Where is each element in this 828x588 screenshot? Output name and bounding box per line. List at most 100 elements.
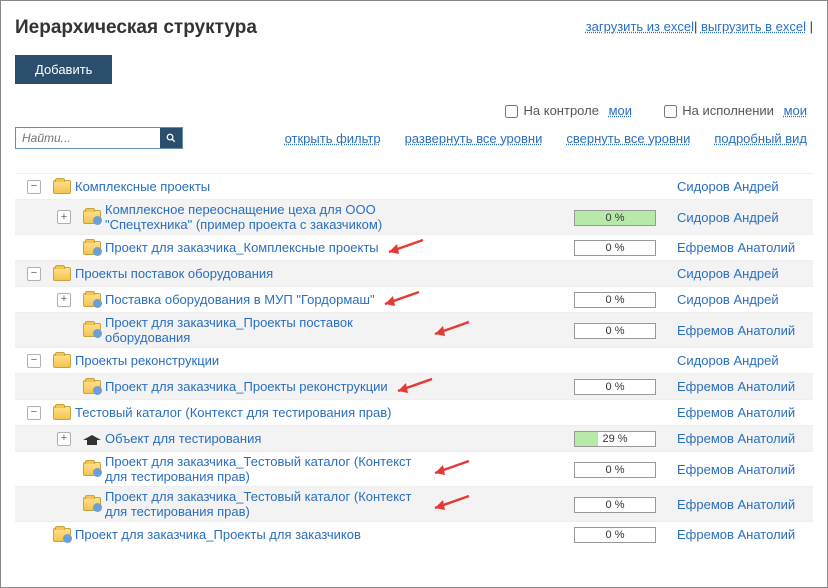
export-to-excel-link[interactable]: выгрузить в excel	[701, 19, 806, 34]
on-exec-mine-link[interactable]: мои	[784, 103, 807, 118]
progress-percent: 0 %	[575, 211, 655, 225]
owner-link[interactable]: Ефремов Анатолий	[677, 240, 813, 255]
tree-item-title[interactable]: Проекты реконструкции	[75, 353, 219, 368]
progress-percent: 0 %	[575, 241, 655, 255]
tree-row: + Комплексное переоснащение цеха для ООО …	[15, 199, 813, 234]
tree-item-title[interactable]: Поставка оборудования в МУП "Гордормаш"	[105, 292, 375, 307]
progress-cell: 0 %	[567, 496, 663, 513]
folder-people-icon	[83, 210, 101, 224]
owner-link[interactable]: Ефремов Анатолий	[677, 431, 813, 446]
search-icon	[166, 132, 176, 144]
detailed-view-link[interactable]: подробный вид	[714, 131, 807, 146]
collapse-toggle[interactable]: −	[27, 406, 41, 420]
progress-cell: 0 %	[567, 239, 663, 256]
owner-link[interactable]: Ефремов Анатолий	[677, 379, 813, 394]
annotation-arrow-icon	[379, 238, 427, 258]
owner-link[interactable]: Ефремов Анатолий	[677, 462, 813, 477]
folder-people-icon	[83, 462, 101, 476]
progress-cell: 0 %	[567, 461, 663, 478]
collapse-all-link[interactable]: свернуть все уровни	[566, 131, 690, 146]
folder-people-icon	[83, 380, 101, 394]
tree-item-title[interactable]: Проект для заказчика_Проекты для заказчи…	[75, 527, 361, 542]
search-container	[15, 127, 183, 149]
progress-percent: 0 %	[575, 324, 655, 338]
collapse-toggle[interactable]: −	[27, 354, 41, 368]
owner-link[interactable]: Ефремов Анатолий	[677, 527, 813, 542]
search-button[interactable]	[160, 128, 182, 148]
tree-item-title[interactable]: Тестовый каталог (Контекст для тестирова…	[75, 405, 391, 420]
progress-bar: 0 %	[574, 323, 656, 339]
tree-row: − Тестовый каталог (Контекст для тестиров…	[15, 399, 813, 425]
folder-icon	[53, 180, 71, 194]
expand-toggle[interactable]: +	[57, 293, 71, 307]
search-input[interactable]	[16, 128, 160, 148]
tree-item-title[interactable]: Проекты поставок оборудования	[75, 266, 273, 281]
progress-percent: 0 %	[575, 498, 655, 512]
progress-bar: 29 %	[574, 431, 656, 447]
tree-row: + Объект для тестирования 29 % Ефремов Анат…	[15, 425, 813, 451]
tree-item-title[interactable]: Проект для заказчика_Комплексные проекты	[105, 240, 379, 255]
progress-bar: 0 %	[574, 379, 656, 395]
progress-cell: 29 %	[567, 430, 663, 447]
annotation-arrow-icon	[425, 459, 473, 479]
tree-row: − Комплексные проекты Сидоров Андрей	[15, 173, 813, 199]
collapse-toggle[interactable]: −	[27, 267, 41, 281]
progress-cell: 0 %	[567, 209, 663, 226]
owner-link[interactable]: Ефремов Анатолий	[677, 497, 813, 512]
folder-people-icon	[83, 323, 101, 337]
owner-link[interactable]: Сидоров Андрей	[677, 266, 813, 281]
on-control-checkbox[interactable]	[505, 105, 518, 118]
progress-cell: 0 %	[567, 378, 663, 395]
open-filter-link[interactable]: открыть фильтр	[285, 131, 381, 146]
tree-row: Проект для заказчика_Тестовый каталог (К…	[15, 486, 813, 521]
progress-cell: 0 %	[567, 526, 663, 543]
on-exec-label: На исполнении	[682, 103, 774, 118]
progress-percent: 29 %	[575, 432, 655, 446]
progress-bar: 0 %	[574, 210, 656, 226]
progress-percent: 0 %	[575, 293, 655, 307]
owner-link[interactable]: Сидоров Андрей	[677, 179, 813, 194]
owner-link[interactable]: Сидоров Андрей	[677, 210, 813, 225]
tree-item-title[interactable]: Проект для заказчика_Проекты поставок об…	[105, 315, 425, 345]
owner-link[interactable]: Ефремов Анатолий	[677, 405, 813, 420]
expand-toggle[interactable]: +	[57, 432, 71, 446]
progress-bar: 0 %	[574, 292, 656, 308]
folder-icon	[53, 354, 71, 368]
annotation-arrow-icon	[425, 320, 473, 340]
tree-item-title[interactable]: Проект для заказчика_Тестовый каталог (К…	[105, 454, 425, 484]
folder-people-icon	[83, 497, 101, 511]
expand-toggle[interactable]: +	[57, 210, 71, 224]
folder-people-icon	[83, 241, 101, 255]
owner-link[interactable]: Ефремов Анатолий	[677, 323, 813, 338]
progress-bar: 0 %	[574, 497, 656, 513]
top-links: загрузить из excel| выгрузить в excel |	[586, 9, 813, 34]
annotation-arrow-icon	[425, 494, 473, 514]
tree-row: + Поставка оборудования в МУП "Гордормаш"…	[15, 286, 813, 312]
tree-row: Проект для заказчика_Проекты поставок об…	[15, 312, 813, 347]
progress-cell: 0 %	[567, 291, 663, 308]
tree-row: Проект для заказчика_Проекты реконструкц…	[15, 373, 813, 399]
collapse-toggle[interactable]: −	[27, 180, 41, 194]
progress-percent: 0 %	[575, 528, 655, 542]
on-control-label: На контроле	[524, 103, 599, 118]
tree-row: − Проекты реконструкции Сидоров Андрей	[15, 347, 813, 373]
expand-all-link[interactable]: развернуть все уровни	[405, 131, 543, 146]
tree-item-title[interactable]: Комплексное переоснащение цеха для ООО "…	[105, 202, 425, 232]
owner-link[interactable]: Сидоров Андрей	[677, 292, 813, 307]
graduation-cap-icon	[83, 432, 101, 446]
load-from-excel-link[interactable]: загрузить из excel	[586, 19, 694, 34]
on-control-mine-link[interactable]: мои	[609, 103, 632, 118]
add-button[interactable]: Добавить	[15, 55, 112, 84]
annotation-arrow-icon	[375, 290, 423, 310]
on-exec-checkbox[interactable]	[664, 105, 677, 118]
progress-percent: 0 %	[575, 463, 655, 477]
tree-row: − Проекты поставок оборудования Сидоров Ан…	[15, 260, 813, 286]
tree-item-title[interactable]: Проект для заказчика_Проекты реконструкц…	[105, 379, 388, 394]
tree-item-title[interactable]: Проект для заказчика_Тестовый каталог (К…	[105, 489, 425, 519]
folder-people-icon	[53, 528, 71, 542]
tree-item-title[interactable]: Объект для тестирования	[105, 431, 261, 446]
progress-cell: 0 %	[567, 322, 663, 339]
tree-item-title[interactable]: Комплексные проекты	[75, 179, 210, 194]
progress-percent: 0 %	[575, 380, 655, 394]
owner-link[interactable]: Сидоров Андрей	[677, 353, 813, 368]
